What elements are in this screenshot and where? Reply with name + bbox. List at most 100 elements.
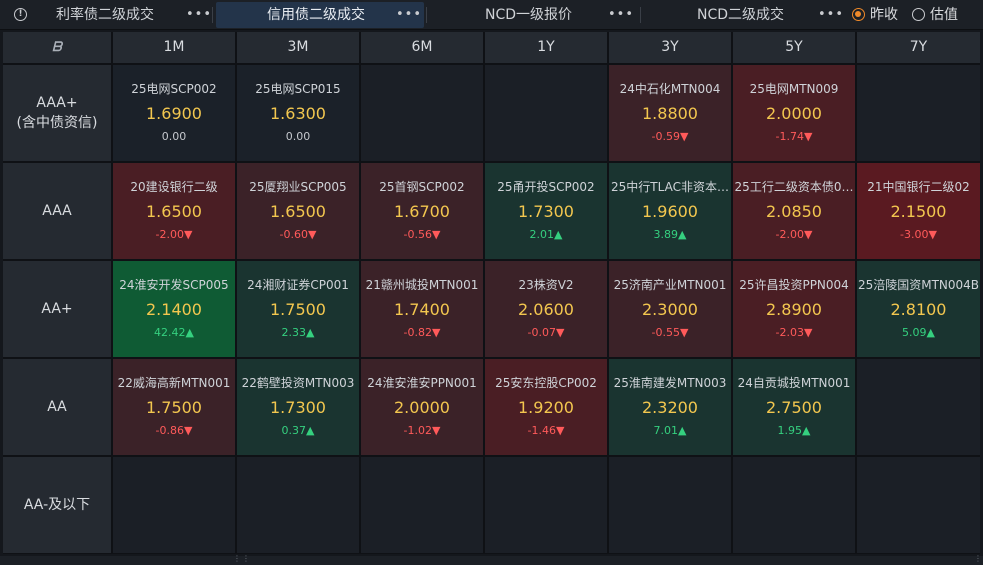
bond-change: 0.37▲ [281, 424, 315, 437]
bond-quote-cell[interactable]: 24中石化MTN004 1.8800 -0.59▼ [609, 65, 731, 161]
bond-quote-cell[interactable]: 25涪陵国资MTN004B 2.8100 5.09▲ [857, 261, 980, 357]
tenor-header[interactable]: 7Y [857, 32, 980, 63]
bond-name: 25工行二级资本债0… [734, 180, 854, 194]
tab-3[interactable]: NCD一级报价 ••• [430, 2, 638, 28]
resize-grip-icon[interactable]: ⋮⋮ [974, 554, 983, 563]
rating-row-label: AA-及以下 [3, 457, 111, 553]
empty-cell [857, 457, 980, 553]
bond-name: 22鹤壁投资MTN003 [241, 376, 355, 390]
tenor-header[interactable]: 5Y [733, 32, 855, 63]
bond-quote-cell[interactable]: 22威海高新MTN001 1.7500 -0.86▼ [113, 359, 235, 455]
bond-name: 21赣州城投MTN001 [365, 278, 479, 292]
bond-yield: 2.8100 [890, 300, 947, 319]
radio-label-valuation[interactable]: 估值 [930, 2, 958, 28]
bond-yield: 2.8900 [766, 300, 822, 319]
radio-close-price[interactable] [852, 8, 865, 21]
bond-quote-cell[interactable]: 21赣州城投MTN001 1.7400 -0.82▼ [361, 261, 483, 357]
bond-name: 25厦翔业SCP005 [249, 180, 347, 194]
matrix-corner: ᗷ [3, 32, 111, 63]
bond-quote-cell[interactable]: 25厦翔业SCP005 1.6500 -0.60▼ [237, 163, 359, 259]
bond-change: -0.56▼ [403, 228, 441, 241]
rating-label-text: AA [47, 399, 67, 415]
bond-name: 24淮安淮安PPN001 [367, 376, 477, 390]
bottom-resize-bar[interactable]: ⋮⋮ ⋮⋮ [0, 554, 983, 565]
rating-label-text: AA+ [41, 301, 73, 317]
bond-yield: 1.9200 [518, 398, 574, 417]
bond-change: -3.00▼ [900, 228, 937, 241]
bond-change: -1.74▼ [775, 130, 813, 143]
bond-name: 22威海高新MTN001 [117, 376, 231, 390]
resize-grip-icon[interactable]: ⋮⋮ [233, 554, 251, 563]
bond-change: -0.60▼ [279, 228, 317, 241]
empty-cell [237, 457, 359, 553]
empty-cell [361, 65, 483, 161]
tenor-header[interactable]: 3Y [609, 32, 731, 63]
bond-quote-cell[interactable]: 25甬开投SCP002 1.7300 2.01▲ [485, 163, 607, 259]
tenor-header[interactable]: 3M [237, 32, 359, 63]
bond-quote-cell[interactable]: 25中行TLAC非资本… 1.9600 3.89▲ [609, 163, 731, 259]
bond-change: -1.46▼ [527, 424, 565, 437]
more-options-icon[interactable]: ••• [608, 2, 634, 28]
tab-bar: ! 利率债二级成交 ••• 信用债二级成交 ••• NCD一级报价 ••• NCD二级成交 •… [0, 0, 983, 30]
bond-quote-cell[interactable]: 24淮安开发SCP005 2.1400 42.42▲ [113, 261, 235, 357]
tab-4[interactable]: NCD二级成交 ••• [640, 2, 846, 28]
tenor-header[interactable]: 1Y [485, 32, 607, 63]
bond-quote-cell[interactable]: 22鹤壁投资MTN003 1.7300 0.37▲ [237, 359, 359, 455]
bond-yield: 1.8800 [642, 104, 698, 123]
empty-cell [857, 359, 980, 455]
bond-quote-cell[interactable]: 24淮安淮安PPN001 2.0000 -1.02▼ [361, 359, 483, 455]
bond-quote-cell[interactable]: 20建设银行二级 1.6500 -2.00▼ [113, 163, 235, 259]
radio-label-close-price[interactable]: 昨收 [870, 2, 898, 28]
bond-yield: 2.0000 [766, 104, 822, 123]
bond-name: 24湘财证券CP001 [247, 278, 349, 292]
bond-name: 24中石化MTN004 [619, 82, 721, 96]
bond-name: 25涪陵国资MTN004B [857, 278, 980, 292]
bond-yield: 2.1500 [890, 202, 947, 221]
bond-name: 25甬开投SCP002 [497, 180, 595, 194]
bond-quote-cell[interactable]: 25电网SCP002 1.6900 0.00 [113, 65, 235, 161]
bond-quote-cell[interactable]: 25济南产业MTN001 2.3000 -0.55▼ [609, 261, 731, 357]
bond-name: 25电网MTN009 [749, 82, 839, 96]
tab-2[interactable]: 信用债二级成交 ••• [216, 2, 424, 28]
radio-valuation[interactable] [912, 8, 925, 21]
bond-quote-cell[interactable]: 25电网MTN009 2.0000 -1.74▼ [733, 65, 855, 161]
bond-change: 3.89▲ [653, 228, 687, 241]
bond-yield: 2.0000 [394, 398, 450, 417]
empty-cell [609, 457, 731, 553]
bond-change: -0.86▼ [155, 424, 193, 437]
more-options-icon[interactable]: ••• [818, 2, 844, 28]
bond-name: 21中国银行二级02 [867, 180, 970, 194]
tenor-header[interactable]: 6M [361, 32, 483, 63]
bond-yield: 1.6500 [270, 202, 326, 221]
info-icon[interactable]: ! [14, 8, 27, 21]
bond-quote-cell[interactable]: 25首钢SCP002 1.6700 -0.56▼ [361, 163, 483, 259]
bond-quote-cell[interactable]: 25安东控股CP002 1.9200 -1.46▼ [485, 359, 607, 455]
tab-label: 信用债二级成交 [267, 7, 365, 23]
bond-name: 25中行TLAC非资本… [611, 180, 729, 194]
bond-quote-cell[interactable]: 21中国银行二级02 2.1500 -3.00▼ [857, 163, 980, 259]
bond-change: -2.00▼ [775, 228, 813, 241]
tab-label: NCD一级报价 [485, 7, 573, 23]
bond-yield: 1.6900 [146, 104, 202, 123]
empty-cell [113, 457, 235, 553]
bond-quote-cell[interactable]: 24自贡城投MTN001 2.7500 1.95▲ [733, 359, 855, 455]
more-options-icon[interactable]: ••• [186, 2, 212, 28]
bond-change: 2.33▲ [281, 326, 315, 339]
bond-yield: 1.7400 [394, 300, 450, 319]
bond-quote-cell[interactable]: 25许昌投资PPN004 2.8900 -2.03▼ [733, 261, 855, 357]
bond-quote-cell[interactable]: 25淮南建发MTN003 2.3200 7.01▲ [609, 359, 731, 455]
bond-name: 25首钢SCP002 [379, 180, 465, 194]
bond-yield: 1.7500 [270, 300, 326, 319]
bond-quote-cell[interactable]: 24湘财证券CP001 1.7500 2.33▲ [237, 261, 359, 357]
tenor-header[interactable]: 1M [113, 32, 235, 63]
bond-quote-cell[interactable]: 25工行二级资本债0… 2.0850 -2.00▼ [733, 163, 855, 259]
bond-quote-cell[interactable]: 23株资V2 2.0600 -0.07▼ [485, 261, 607, 357]
bond-yield: 1.9600 [642, 202, 698, 221]
bond-quote-cell[interactable]: 25电网SCP015 1.6300 0.00 [237, 65, 359, 161]
more-options-icon[interactable]: ••• [396, 2, 422, 28]
rating-row-label: AAA+ (含中债资信) [3, 65, 111, 161]
tab-1[interactable]: 利率债二级成交 ••• [36, 2, 212, 28]
bond-name: 24自贡城投MTN001 [737, 376, 851, 390]
rating-label-text: AAA [42, 203, 72, 219]
brand-icon: ᗷ [52, 40, 62, 55]
